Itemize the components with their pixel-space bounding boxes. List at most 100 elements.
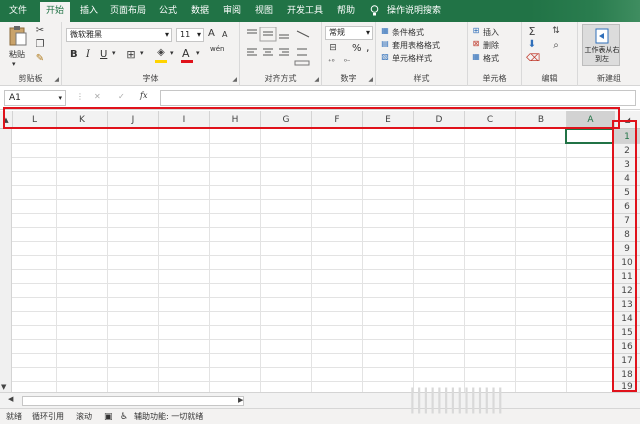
underline-dropdown-icon[interactable]: ▾ [112, 49, 116, 57]
conditional-format-button[interactable]: 条件格式 [392, 27, 424, 38]
sort-filter-icon[interactable]: ⇅ [550, 26, 562, 36]
grid-line [0, 325, 614, 326]
font-launcher-icon[interactable]: ◢ [232, 76, 237, 83]
tell-me-search[interactable]: 操作说明搜索 [384, 0, 444, 22]
macro-record-icon[interactable]: ▣ [104, 409, 113, 424]
insert-cells-icon: ⊞ [472, 26, 480, 35]
bold-button[interactable]: B [70, 49, 78, 60]
accessibility-icon[interactable]: ♿ [120, 409, 128, 424]
grid-line [0, 367, 614, 368]
alignment-launcher-icon[interactable]: ◢ [314, 76, 319, 83]
font-color-dropdown-icon[interactable]: ▾ [196, 49, 200, 57]
number-format-value: 常规 [329, 28, 345, 37]
fill-color-bar [155, 60, 167, 63]
delete-cells-icon: ⊠ [472, 39, 480, 48]
paste-button-label[interactable]: 粘贴 [9, 49, 25, 60]
font-name-select[interactable]: 微软雅黑 ▾ [66, 28, 172, 42]
autosum-icon[interactable]: Σ [526, 25, 538, 38]
tab-help[interactable]: 帮助 [332, 0, 360, 22]
number-format-select[interactable]: 常规 ▾ [325, 26, 373, 40]
delete-cells-button[interactable]: 删除 [483, 40, 499, 51]
increase-decimal-icon[interactable]: ⁺⁰ [328, 58, 335, 66]
format-as-table-button[interactable]: 套用表格格式 [392, 40, 440, 51]
percent-button[interactable]: % [352, 43, 362, 54]
tab-developer[interactable]: 开发工具 [282, 0, 328, 22]
clipboard-launcher-icon[interactable]: ◢ [54, 76, 59, 83]
name-box[interactable]: A1 ▾ [4, 90, 66, 106]
border-dropdown-icon[interactable]: ▾ [140, 49, 144, 57]
insert-function-icon[interactable]: fx [140, 91, 147, 100]
grid-line [0, 185, 614, 186]
accounting-icon[interactable]: ⊟ [326, 43, 340, 53]
clear-icon[interactable]: ⌫ [526, 53, 540, 64]
font-name-value: 微软雅黑 [70, 30, 102, 39]
sheet-right-to-left-button[interactable]: 工作表从右到左 [582, 24, 620, 66]
fill-icon[interactable]: ⬇ [526, 39, 538, 50]
paste-dropdown-icon[interactable]: ▾ [12, 60, 16, 68]
grow-font-icon[interactable]: A [208, 28, 215, 39]
grid-line [0, 255, 614, 256]
grid-line [0, 143, 614, 144]
border-icon[interactable]: ⊞ [124, 48, 138, 61]
tab-file[interactable]: 文件 [4, 0, 32, 22]
grid-line [0, 241, 614, 242]
paste-icon[interactable] [8, 25, 28, 47]
status-circular-reference[interactable]: 循环引用 [32, 409, 64, 424]
status-accessibility[interactable]: 辅助功能: 一切就绪 [134, 409, 203, 424]
tab-home[interactable]: 开始 [40, 0, 70, 22]
cell-styles-icon: ▧ [381, 52, 389, 61]
font-color-icon[interactable]: A [182, 47, 190, 60]
font-size-value: 11 [180, 30, 191, 39]
underline-button[interactable]: U [100, 49, 107, 60]
scroll-right-icon[interactable]: ▶ [238, 396, 243, 404]
tab-insert[interactable]: 插入 [75, 0, 103, 22]
cell-grid[interactable] [0, 128, 615, 392]
horizontal-scrollbar[interactable] [22, 396, 244, 406]
grid-line [0, 269, 614, 270]
alignment-buttons[interactable] [245, 27, 317, 67]
comma-button[interactable]: , [366, 41, 370, 54]
insert-cells-button[interactable]: 插入 [483, 27, 499, 38]
format-painter-icon[interactable]: ✎ [34, 53, 46, 64]
phonetic-guide-icon[interactable]: wén [210, 45, 224, 53]
confirm-entry-icon[interactable]: ✓ [118, 92, 125, 101]
font-color-bar [181, 60, 193, 63]
scroll-down-icon[interactable]: ▼ [1, 383, 6, 391]
group-font: 微软雅黑 ▾ 11 ▾ A A B I U ▾ ⊞ ▾ ◈ ▾ A ▾ wén 字体… [62, 22, 240, 86]
cell-styles-button[interactable]: 单元格样式 [392, 53, 432, 64]
vertical-scrollbar[interactable]: ▼ [0, 129, 12, 392]
active-cell[interactable] [565, 128, 615, 144]
cancel-entry-icon[interactable]: ✕ [94, 92, 101, 101]
fill-color-icon[interactable]: ◈ [154, 47, 168, 58]
highlight-column-headers [3, 107, 620, 129]
chevron-down-icon: ▾ [164, 30, 169, 39]
tab-page-layout[interactable]: 页面布局 [108, 0, 148, 22]
scroll-left-icon[interactable]: ◀ [8, 395, 13, 403]
cut-icon[interactable]: ✂ [34, 25, 46, 36]
shrink-font-icon[interactable]: A [222, 30, 227, 39]
formula-input[interactable] [160, 90, 636, 106]
group-alignment: 对齐方式 ◢ [240, 22, 322, 86]
grid-line [0, 311, 614, 312]
grid-line [0, 199, 614, 200]
tab-review[interactable]: 审阅 [218, 0, 246, 22]
find-select-icon[interactable]: ⌕ [550, 40, 562, 51]
tab-formulas[interactable]: 公式 [154, 0, 182, 22]
format-as-table-icon: ▤ [381, 39, 389, 48]
group-styles: ▦ 条件格式 ▤ 套用表格格式 ▧ 单元格样式 样式 [376, 22, 468, 86]
format-cells-button[interactable]: 格式 [483, 53, 499, 64]
fill-dropdown-icon[interactable]: ▾ [170, 49, 174, 57]
number-launcher-icon[interactable]: ◢ [368, 76, 373, 83]
watermark: |||||||||||||| [408, 384, 505, 414]
tab-view[interactable]: 视图 [250, 0, 278, 22]
ribbon-tab-bar: 文件 开始 插入 页面布局 公式 数据 审阅 视图 开发工具 帮助 操作说明搜索 [0, 0, 640, 22]
font-size-select[interactable]: 11 ▾ [176, 28, 204, 42]
tab-data[interactable]: 数据 [186, 0, 214, 22]
group-label-font: 字体 [142, 74, 159, 83]
decrease-decimal-icon[interactable]: ⁰⁻ [344, 58, 351, 66]
italic-button[interactable]: I [86, 49, 90, 60]
group-label-styles: 样式 [413, 74, 430, 83]
grid-line [0, 297, 614, 298]
more-icon: ⋮ [76, 92, 84, 101]
copy-icon[interactable]: ❐ [34, 39, 46, 50]
